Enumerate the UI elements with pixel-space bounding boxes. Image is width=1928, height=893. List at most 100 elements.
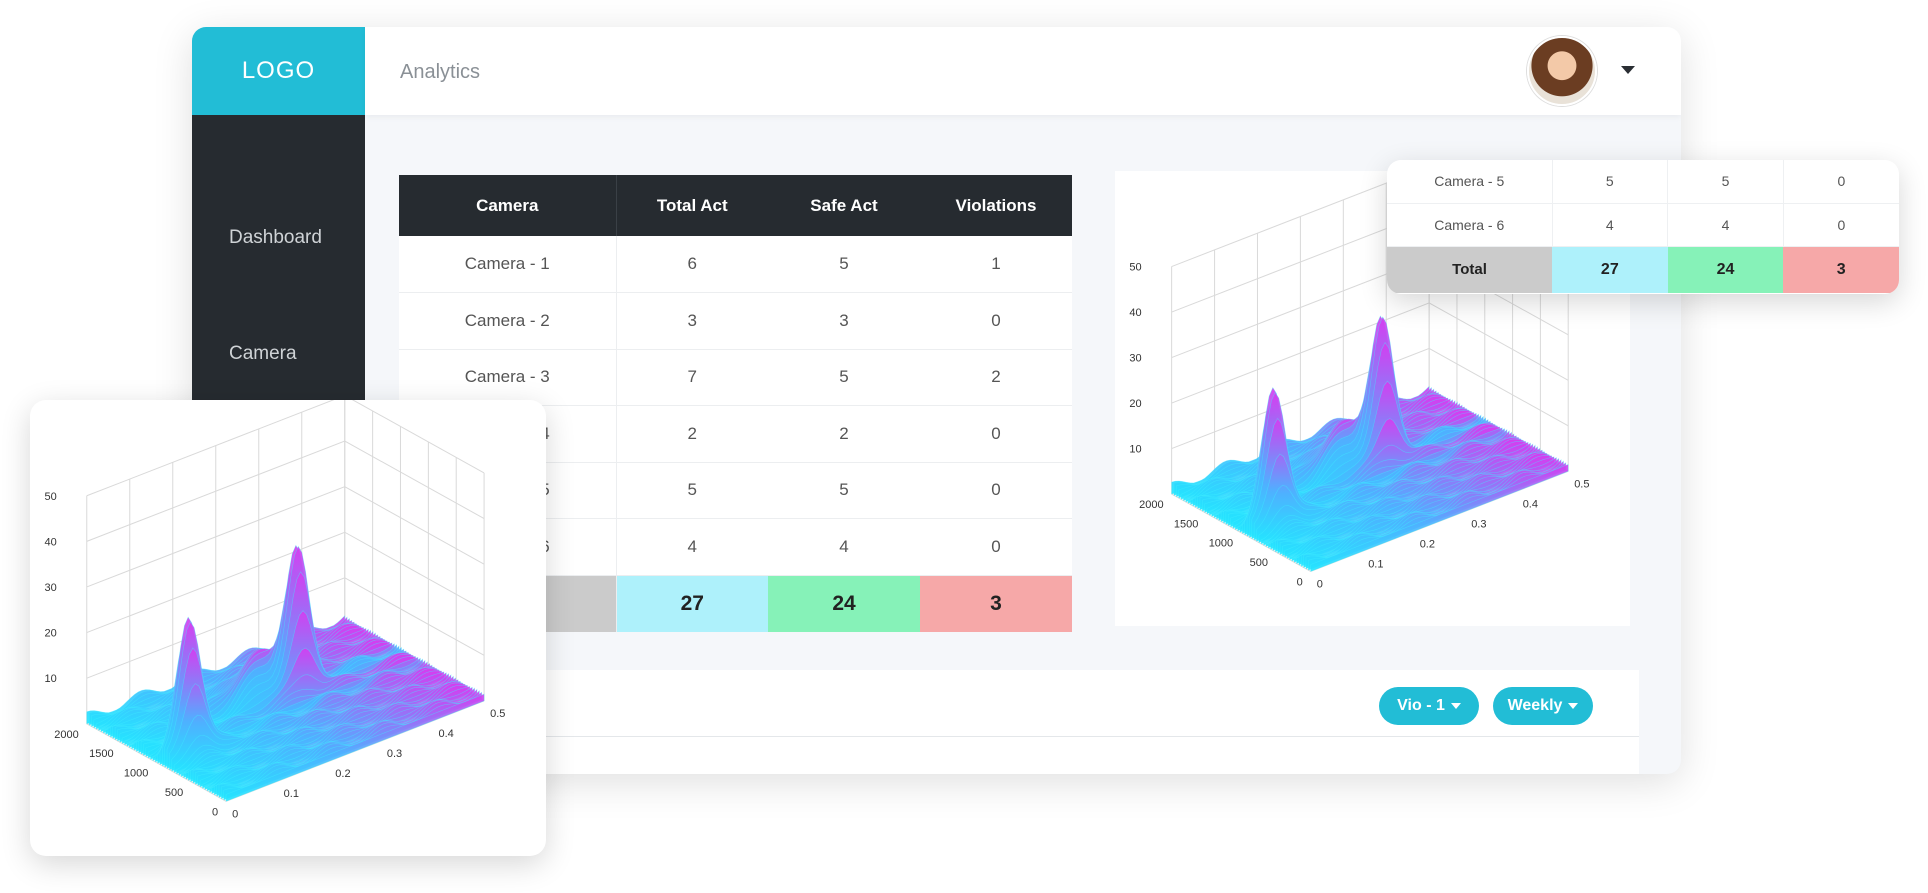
x-tick-label: 0.4 xyxy=(438,728,453,740)
y-tick-label: 0 xyxy=(212,806,218,818)
cell-camera: Camera - 3 xyxy=(399,349,617,406)
violation-filter-dropdown[interactable]: Vio - 1 xyxy=(1379,687,1479,725)
floating-summary-card: Camera - 5 5 5 0 Camera - 6 4 4 0 Total … xyxy=(1387,160,1899,294)
grid-line xyxy=(86,486,485,588)
surface-mesh xyxy=(86,544,485,802)
violation-filter-label: Vio - 1 xyxy=(1397,697,1445,714)
chevron-down-icon xyxy=(1568,703,1579,709)
surface-chart-left: 10 20 30 40 50 2000 1500 1000 500 0 0 0.1 0.2 0.3 0.4 0… xyxy=(30,400,546,856)
column-header-camera[interactable]: Camera xyxy=(399,175,617,236)
cell-total-act: 2 xyxy=(616,405,768,463)
z-tick-label: 40 xyxy=(45,536,57,548)
cell-safe-act: 5 xyxy=(768,349,920,406)
safe-act-sum: 24 xyxy=(768,575,920,632)
y-tick-label: 1000 xyxy=(124,768,148,780)
cell-violations: 0 xyxy=(920,518,1072,576)
x-tick-label: 0 xyxy=(1317,578,1323,590)
x-tick-label: 0.2 xyxy=(1420,538,1435,550)
summary-table: Camera - 5 5 5 0 Camera - 6 4 4 0 Total … xyxy=(1387,160,1899,293)
x-tick-label: 0.3 xyxy=(387,748,402,760)
table-row[interactable]: Camera - 6 4 4 0 xyxy=(1387,203,1899,247)
cell-total-act: 5 xyxy=(616,462,768,519)
top-bar: Analytics xyxy=(365,27,1681,115)
cell-camera: Camera - 1 xyxy=(399,236,617,293)
cell-total-act: 6 xyxy=(616,236,768,293)
x-tick-label: 0.1 xyxy=(284,788,299,800)
cell-safe-act: 4 xyxy=(768,518,920,576)
page-title: Analytics xyxy=(400,61,481,83)
table-row[interactable]: Camera - 3 7 5 2 xyxy=(399,349,1072,406)
z-tick-label: 30 xyxy=(45,582,57,594)
x-tick-label: 0.5 xyxy=(490,708,505,720)
z-tick-label: 40 xyxy=(1129,307,1141,319)
cell-violations: 1 xyxy=(920,236,1072,293)
cell-total-act: 4 xyxy=(616,518,768,576)
y-tick-label: 500 xyxy=(165,787,183,799)
cell-violations: 0 xyxy=(920,292,1072,350)
surface-chart-svg: 10 20 30 40 50 2000 1500 1000 500 0 0 0.1 0.2 0.3 0.4 0… xyxy=(45,400,505,820)
cell-camera: Camera - 6 xyxy=(1387,203,1552,247)
column-header-safe-act[interactable]: Safe Act xyxy=(768,175,920,236)
z-tick-label: 20 xyxy=(45,628,57,640)
y-tick-label: 0 xyxy=(1297,576,1303,588)
table-row[interactable]: Camera - 5 5 5 0 xyxy=(1387,160,1899,204)
grid-line xyxy=(86,400,485,497)
table-row[interactable]: Camera - 1 6 5 1 xyxy=(399,236,1072,293)
total-act-sum: 27 xyxy=(1552,246,1668,293)
x-tick-label: 0.2 xyxy=(335,768,350,780)
cell-safe-act: 5 xyxy=(768,462,920,519)
sidebar-item-dashboard[interactable]: Dashboard xyxy=(229,227,322,249)
cell-violations: 0 xyxy=(1782,160,1899,204)
y-tick-label: 2000 xyxy=(1139,499,1163,511)
period-filter-label: Weekly xyxy=(1507,697,1563,714)
chevron-down-icon[interactable] xyxy=(1621,66,1635,74)
z-tick-label: 10 xyxy=(45,673,57,685)
cell-total-act: 4 xyxy=(1551,203,1668,247)
safe-act-sum: 24 xyxy=(1667,246,1784,293)
cell-camera: Camera - 2 xyxy=(399,292,617,350)
cell-safe-act: 5 xyxy=(768,236,920,293)
z-tick-label: 30 xyxy=(1129,353,1141,365)
column-header-total-act[interactable]: Total Act xyxy=(616,175,768,236)
trend-card: Vio - 1 Weekly xyxy=(399,670,1639,774)
x-tick-label: 0.5 xyxy=(1574,478,1589,490)
user-avatar[interactable] xyxy=(1527,36,1597,106)
z-tick-label: 50 xyxy=(45,491,57,503)
surface-mesh xyxy=(1171,315,1569,572)
y-tick-label: 1500 xyxy=(1174,518,1198,530)
chevron-down-icon xyxy=(1450,703,1461,709)
summary-total-row: Total 27 24 3 xyxy=(1387,246,1899,293)
cell-safe-act: 5 xyxy=(1667,160,1784,204)
period-filter-dropdown[interactable]: Weekly xyxy=(1493,687,1593,725)
x-tick-label: 0.3 xyxy=(1471,518,1486,530)
cell-total-act: 3 xyxy=(616,292,768,350)
table-header-row: Camera Total Act Safe Act Violations xyxy=(399,175,1072,236)
x-tick-label: 0.4 xyxy=(1523,498,1538,510)
cell-violations: 2 xyxy=(920,349,1072,406)
cell-violations: 0 xyxy=(920,462,1072,519)
logo[interactable]: LOGO xyxy=(192,27,365,115)
z-tick-label: 20 xyxy=(1129,398,1141,410)
column-header-violations[interactable]: Violations xyxy=(920,175,1072,236)
cell-total-act: 7 xyxy=(616,349,768,406)
cell-safe-act: 3 xyxy=(768,292,920,350)
table-row[interactable]: Camera - 2 3 3 0 xyxy=(399,292,1072,350)
divider xyxy=(399,736,1639,737)
cell-violations: 0 xyxy=(920,405,1072,463)
y-tick-label: 2000 xyxy=(54,729,78,741)
total-act-sum: 27 xyxy=(616,575,768,632)
cell-safe-act: 4 xyxy=(1667,203,1784,247)
violations-sum: 3 xyxy=(920,575,1072,632)
sidebar-item-camera[interactable]: Camera xyxy=(229,343,297,365)
x-tick-label: 0 xyxy=(232,808,238,820)
cell-total-act: 5 xyxy=(1551,160,1668,204)
violations-sum: 3 xyxy=(1783,246,1899,293)
z-tick-label: 10 xyxy=(1129,444,1141,456)
cell-camera: Camera - 5 xyxy=(1387,160,1552,204)
y-tick-label: 1000 xyxy=(1209,538,1233,550)
grid-line xyxy=(86,440,485,542)
cell-safe-act: 2 xyxy=(768,405,920,463)
z-tick-label: 50 xyxy=(1129,262,1141,274)
total-label: Total xyxy=(1387,246,1552,293)
x-tick-label: 0.1 xyxy=(1368,558,1383,570)
